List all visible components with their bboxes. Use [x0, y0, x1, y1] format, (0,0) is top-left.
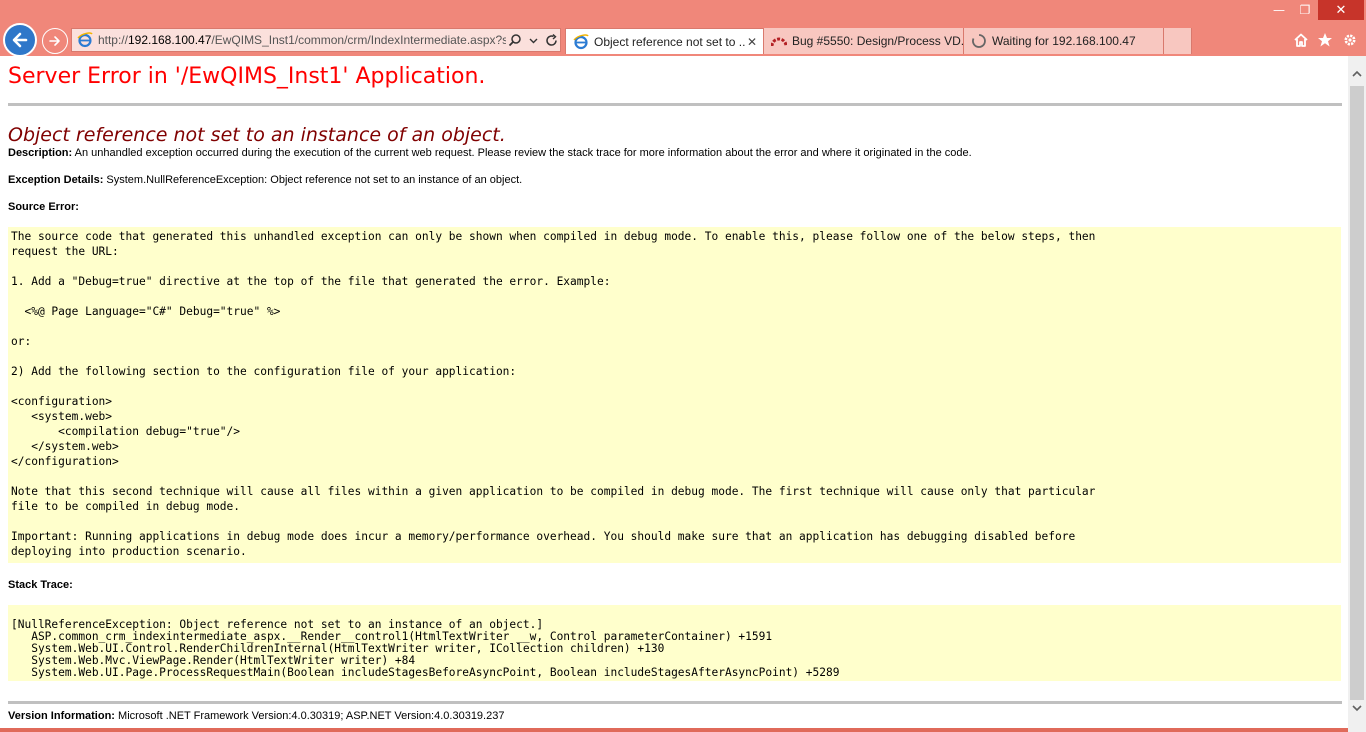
tab-title: Waiting for 192.168.100.47 [992, 34, 1136, 48]
exception-label: Exception Details: [8, 174, 104, 186]
source-error-line: Source Error: [8, 201, 79, 213]
stack-trace-line: Stack Trace: [8, 579, 73, 591]
tab-title: Object reference not set to ... [594, 34, 745, 49]
star-icon [1318, 33, 1332, 47]
restore-button[interactable]: ❐ [1292, 0, 1318, 20]
exception-line: Exception Details: System.NullReferenceE… [8, 174, 522, 186]
search-icon [509, 34, 521, 47]
browser-chrome: — ❐ ✕ http://192.168.100.47/EwQIMS_Inst1… [0, 0, 1366, 57]
source-error-code: The source code that generated this unha… [8, 227, 1341, 563]
source-error-label: Source Error: [8, 201, 79, 213]
gear-icon [1344, 34, 1356, 46]
stack-trace-label: Stack Trace: [8, 579, 73, 591]
vertical-scrollbar[interactable] [1348, 56, 1366, 732]
new-tab-button[interactable] [1164, 28, 1192, 54]
close-window-button[interactable]: ✕ [1318, 0, 1364, 20]
back-arrow-icon [12, 32, 28, 48]
description-label: Description: [8, 147, 73, 159]
search-button[interactable] [506, 31, 524, 49]
home-icon [1294, 33, 1308, 47]
page-title: Server Error in '/EwQIMS_Inst1' Applicat… [8, 64, 486, 89]
back-button[interactable] [3, 23, 37, 57]
settings-button[interactable] [1339, 30, 1361, 50]
divider [8, 103, 1342, 106]
tab-bug-5550[interactable]: Bug #5550: Design/Process VD... [764, 28, 964, 54]
tab-title: Bug #5550: Design/Process VD... [792, 34, 963, 48]
url-path: /EwQIMS_Inst1/common/crm/IndexIntermedia… [211, 33, 507, 47]
version-label: Version Information: [8, 710, 115, 722]
taskbar-edge [0, 728, 1348, 732]
url-prefix: http:// [97, 33, 128, 47]
ie-logo-icon [573, 33, 589, 49]
description-line: Description: An unhandled exception occu… [8, 147, 972, 159]
loading-spinner-icon [972, 34, 986, 48]
chevron-down-icon [529, 38, 538, 43]
tab-close-button[interactable]: ✕ [745, 35, 759, 49]
scroll-down-button[interactable] [1348, 700, 1366, 716]
redmine-logo-icon [771, 37, 787, 47]
dropdown-button[interactable] [524, 31, 542, 49]
version-text: Microsoft .NET Framework Version:4.0.303… [114, 710, 505, 722]
tab-waiting[interactable]: Waiting for 192.168.100.47 [964, 28, 1164, 54]
refresh-icon [545, 33, 557, 46]
minimize-button[interactable]: — [1266, 0, 1292, 20]
home-button[interactable] [1290, 30, 1312, 50]
exception-text: System.NullReferenceException: Object re… [103, 174, 523, 186]
refresh-button[interactable] [542, 31, 560, 49]
forward-arrow-icon [49, 36, 60, 46]
stack-trace-code: [NullReferenceException: Object referenc… [8, 605, 1341, 681]
scroll-up-button[interactable] [1348, 66, 1366, 82]
page-content: Server Error in '/EwQIMS_Inst1' Applicat… [0, 56, 1348, 732]
ie-logo-icon [77, 32, 93, 48]
favorites-button[interactable] [1314, 30, 1336, 50]
version-line: Version Information: Microsoft .NET Fram… [8, 710, 504, 722]
divider [8, 701, 1342, 704]
chevron-up-icon [1352, 70, 1362, 77]
scroll-thumb[interactable] [1350, 86, 1364, 700]
description-text: An unhandled exception occurred during t… [72, 147, 972, 159]
forward-button[interactable] [42, 28, 68, 54]
address-bar[interactable]: http://192.168.100.47/EwQIMS_Inst1/commo… [71, 28, 561, 52]
url-text[interactable]: http://192.168.100.47/EwQIMS_Inst1/commo… [98, 33, 506, 47]
tab-object-reference[interactable]: Object reference not set to ... ✕ [565, 28, 764, 54]
url-host: 192.168.100.47 [127, 33, 212, 47]
chevron-down-icon [1352, 705, 1362, 712]
error-heading: Object reference not set to an instance … [8, 124, 506, 146]
